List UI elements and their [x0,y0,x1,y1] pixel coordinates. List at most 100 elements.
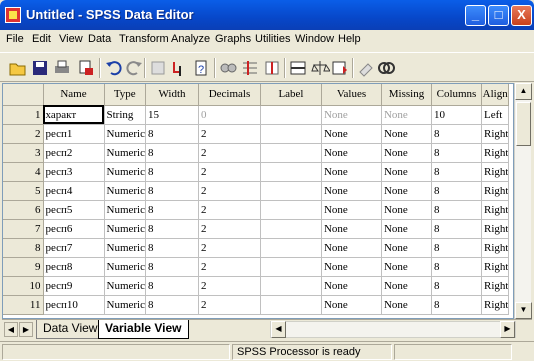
column-header[interactable]: Label [260,84,322,106]
cell-decimals[interactable]: 2 [198,200,261,220]
cell-type[interactable]: Numeric [104,238,146,258]
menu-analyze[interactable]: Analyze [171,33,210,45]
cell-width[interactable]: 8 [145,181,199,201]
cell-values[interactable]: None [321,162,382,182]
scroll-down-icon[interactable]: ▼ [515,302,532,319]
row-number[interactable]: 10 [3,276,44,296]
goto-chart-icon[interactable] [148,58,168,78]
tab-first-icon[interactable]: ◀ [4,322,18,337]
cell-values[interactable]: None [321,105,382,125]
row-number[interactable]: 7 [3,219,44,239]
cell-values[interactable]: None [321,257,382,277]
cell-decimals[interactable]: 2 [198,238,261,258]
cell-decimals[interactable]: 2 [198,143,261,163]
cell-align[interactable]: Right [481,276,510,296]
row-number[interactable]: 5 [3,181,44,201]
cell-label[interactable] [260,200,322,220]
cell-align[interactable]: Right [481,295,510,315]
table-row[interactable]: 7 респ6 Numeric 8 2 None None 8 Right [3,219,510,239]
cell-type[interactable]: Numeric [104,162,146,182]
cell-align[interactable]: Right [481,181,510,201]
maximize-button[interactable]: □ [488,5,509,26]
table-row[interactable]: 5 респ4 Numeric 8 2 None None 8 Right [3,181,510,201]
horizontal-scrollbar[interactable]: ◀ ▶ [270,321,516,338]
cell-type[interactable]: Numeric [104,200,146,220]
menu-help[interactable]: Help [338,33,361,45]
cell-label[interactable] [260,105,322,125]
cell-columns[interactable]: 8 [431,295,482,315]
cell-missing[interactable]: None [381,295,432,315]
table-row[interactable]: 6 респ5 Numeric 8 2 None None 8 Right [3,200,510,220]
scroll-up-icon[interactable]: ▲ [515,83,532,100]
cell-label[interactable] [260,295,322,315]
cell-decimals[interactable]: 2 [198,276,261,296]
cell-decimals[interactable]: 0 [198,105,261,125]
cell-values[interactable]: None [321,219,382,239]
cell-name[interactable]: респ4 [43,181,105,201]
cell-name[interactable]: характ [43,105,105,125]
cell-values[interactable]: None [321,295,382,315]
column-header[interactable]: Align [481,84,510,106]
cell-label[interactable] [260,124,322,144]
table-row[interactable]: 8 респ7 Numeric 8 2 None None 8 Right [3,238,510,258]
cell-decimals[interactable]: 2 [198,219,261,239]
cell-missing[interactable]: None [381,181,432,201]
menu-edit[interactable]: Edit [32,33,51,45]
cell-type[interactable]: Numeric [104,124,146,144]
dialog-recall-icon[interactable] [76,58,96,78]
menu-window[interactable]: Window [295,33,334,45]
column-header[interactable]: Width [145,84,199,106]
cell-name[interactable]: респ10 [43,295,105,315]
cell-type[interactable]: Numeric [104,181,146,201]
cell-width[interactable]: 8 [145,200,199,220]
cell-columns[interactable]: 8 [431,162,482,182]
menu-file[interactable]: File [6,33,24,45]
cell-type[interactable]: Numeric [104,257,146,277]
table-row[interactable]: 9 респ8 Numeric 8 2 None None 8 Right [3,257,510,277]
open-icon[interactable] [8,58,28,78]
cell-name[interactable]: респ1 [43,124,105,144]
cell-width[interactable]: 8 [145,143,199,163]
row-number[interactable]: 1 [3,105,44,125]
column-header[interactable]: Values [321,84,382,106]
cell-values[interactable]: None [321,181,382,201]
value-labels-icon[interactable] [356,58,376,78]
cell-align[interactable]: Right [481,143,510,163]
menu-graphs[interactable]: Graphs [215,33,251,45]
table-row[interactable]: 4 респ3 Numeric 8 2 None None 8 Right [3,162,510,182]
corner-cell[interactable] [3,84,44,106]
cell-missing[interactable]: None [381,276,432,296]
cell-columns[interactable]: 10 [431,105,482,125]
redo-icon[interactable] [124,58,144,78]
cell-columns[interactable]: 8 [431,257,482,277]
tab-variable-view[interactable]: Variable View [98,320,189,339]
cell-name[interactable]: респ3 [43,162,105,182]
cell-missing[interactable]: None [381,162,432,182]
cell-name[interactable]: респ6 [43,219,105,239]
variable-grid[interactable]: Name Type Width Decimals Label Values Mi… [2,83,514,319]
row-number[interactable]: 6 [3,200,44,220]
cell-align[interactable]: Right [481,219,510,239]
cell-columns[interactable]: 8 [431,276,482,296]
row-number[interactable]: 11 [3,295,44,315]
vertical-scroll-thumb[interactable] [516,102,531,146]
cell-width[interactable]: 8 [145,219,199,239]
menu-utilities[interactable]: Utilities [255,33,290,45]
cell-width[interactable]: 8 [145,124,199,144]
cell-align[interactable]: Right [481,200,510,220]
cell-label[interactable] [260,238,322,258]
insert-cases-icon[interactable] [240,58,260,78]
scroll-left-icon[interactable]: ◀ [271,321,286,338]
cell-decimals[interactable]: 2 [198,257,261,277]
cell-name[interactable]: респ5 [43,200,105,220]
cell-name[interactable]: респ9 [43,276,105,296]
column-header[interactable]: Name [43,84,105,106]
undo-icon[interactable] [104,58,124,78]
cell-type[interactable]: Numeric [104,143,146,163]
cell-missing[interactable]: None [381,200,432,220]
print-icon[interactable] [52,58,72,78]
column-header[interactable]: Missing [381,84,432,106]
select-cases-icon[interactable] [330,58,350,78]
column-header[interactable]: Type [104,84,146,106]
variables-icon[interactable]: ? [192,58,212,78]
